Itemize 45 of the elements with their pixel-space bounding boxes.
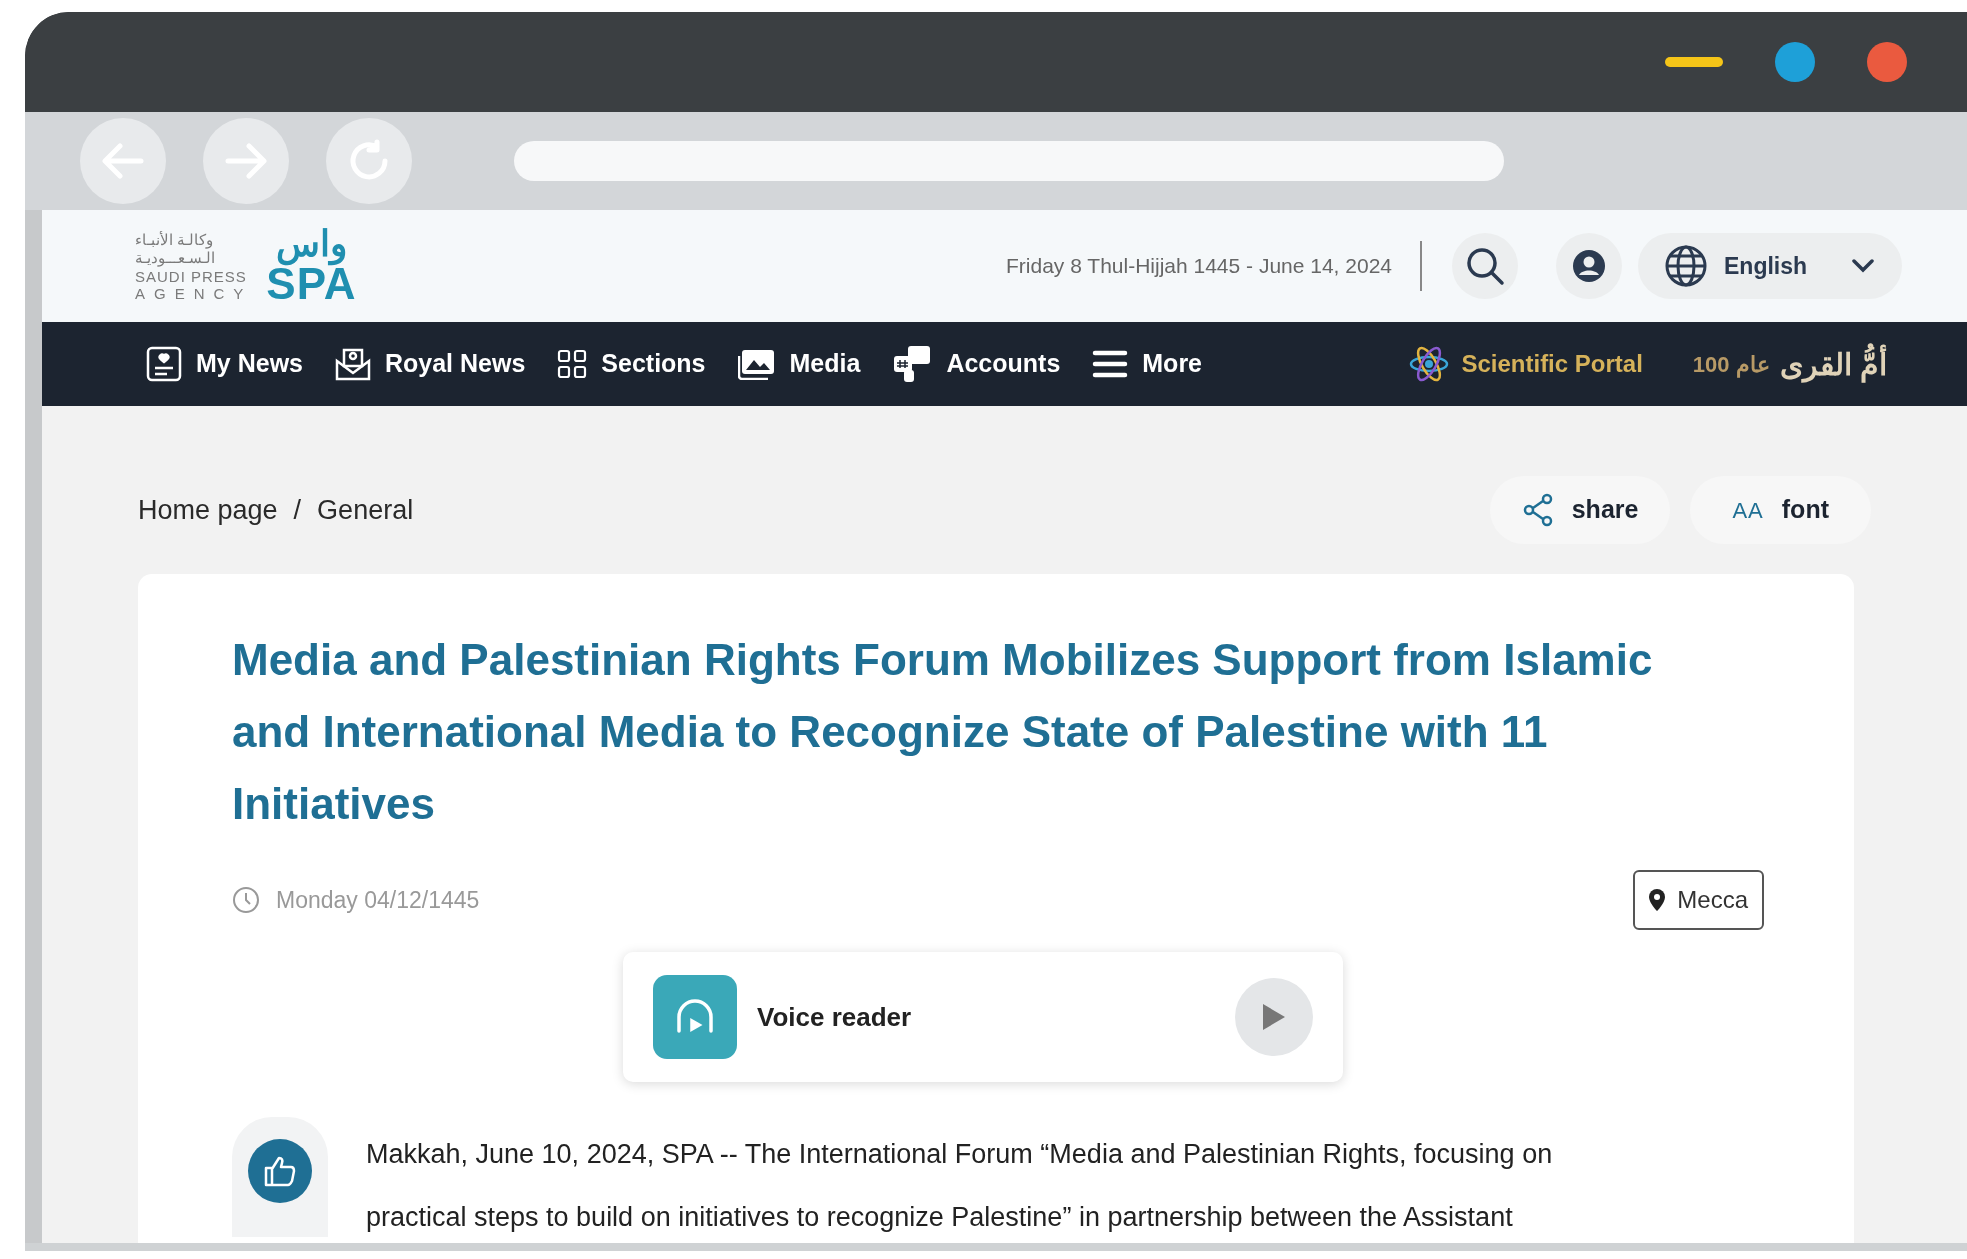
- partner-logo[interactable]: 100 عام أمُّ القرى: [1692, 341, 1887, 387]
- font-size-button[interactable]: AA font: [1690, 476, 1871, 544]
- play-icon: [1261, 1002, 1287, 1032]
- nav-link[interactable]: More: [1092, 345, 1203, 383]
- article-title: Media and Palestinian Rights Forum Mobilizes Support from Islamic and International Media to Recognize State of Palestine with 11 Initiatives: [232, 634, 1654, 830]
- chevron-down-icon: [1852, 259, 1874, 273]
- hashtag-thumb-icon: [892, 344, 933, 384]
- breadcrumb-link[interactable]: General: [317, 489, 414, 531]
- user-icon: [1573, 250, 1605, 282]
- font-size-glyph: AA: [1732, 496, 1764, 525]
- article-date: Monday 04/12/1445: [276, 885, 480, 915]
- logo-english-text: AGENCY: [135, 286, 253, 301]
- breadcrumb-link[interactable]: Home page: [138, 489, 278, 531]
- thumbs-up-icon: [263, 1154, 297, 1188]
- nav-link[interactable]: Royal News: [335, 345, 526, 383]
- atom-icon: [1409, 344, 1450, 384]
- nav-link[interactable]: Accounts: [892, 344, 1061, 384]
- envelope-icon: [335, 347, 371, 381]
- logo-english-text: SAUDI PRESS: [135, 269, 247, 284]
- news-card-icon: [146, 346, 182, 382]
- search-icon: [1465, 246, 1505, 286]
- share-button[interactable]: share: [1489, 476, 1671, 544]
- location-pin-icon: [1649, 889, 1666, 911]
- nav-link[interactable]: Media: [737, 345, 861, 383]
- image-icon: [737, 348, 776, 380]
- breadcrumb-separator: /: [293, 493, 302, 527]
- maximize-button[interactable]: [1775, 42, 1815, 82]
- headphones-icon: [653, 975, 737, 1059]
- nav-link[interactable]: My News: [146, 345, 303, 383]
- date-text: Friday 8 Thul-Hijjah 1445 - June 14, 2024: [1006, 253, 1392, 280]
- scientific-portal-link[interactable]: Scientific Portal: [1409, 344, 1643, 384]
- grid-icon: [557, 349, 588, 379]
- menu-icon: [1092, 349, 1129, 379]
- minimize-button[interactable]: [1665, 57, 1723, 67]
- language-dropdown[interactable]: English: [1638, 233, 1902, 299]
- clock-icon: [232, 886, 260, 914]
- location-tag: Mecca: [1633, 870, 1764, 930]
- logo-arabic-text: وكالـة الأنبـاء: [135, 231, 214, 249]
- globe-icon: [1664, 244, 1708, 288]
- nav-link[interactable]: Sections: [557, 345, 706, 383]
- voice-reader-label: Voice reader: [757, 1000, 912, 1034]
- article-paragraph: Makkah, June 10, 2024, SPA -- The International Forum “Media and Palestinian Rights, focusing on practical steps to build on initiatives to recognize Palestine” in partnership between the Assistant: [366, 1138, 1554, 1234]
- logo-arabic-text: الـسـعـــوديـة: [135, 249, 215, 267]
- close-button[interactable]: [1867, 42, 1907, 82]
- share-icon: [1521, 493, 1554, 527]
